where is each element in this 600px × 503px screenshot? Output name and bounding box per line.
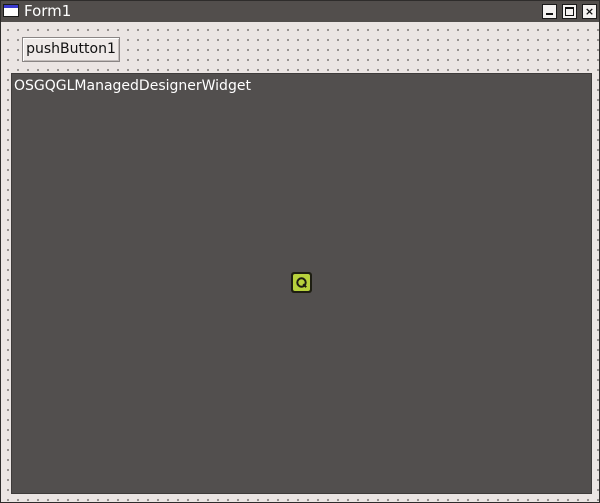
window-icon[interactable] bbox=[3, 4, 19, 17]
maximize-icon bbox=[565, 7, 574, 16]
form-canvas[interactable]: pushButton1 OSGQGLManagedDesignerWidget bbox=[1, 22, 599, 502]
minimize-button[interactable] bbox=[542, 4, 557, 19]
form-window: Form1 × pushButton1 OSGQGLManagedDesigne… bbox=[0, 0, 600, 503]
osg-gl-widget[interactable]: OSGQGLManagedDesignerWidget bbox=[11, 73, 592, 494]
close-button[interactable]: × bbox=[582, 4, 597, 19]
maximize-button[interactable] bbox=[562, 4, 577, 19]
widget-class-label: OSGQGLManagedDesignerWidget bbox=[14, 78, 251, 94]
title-bar[interactable]: Form1 × bbox=[1, 1, 599, 22]
minimize-icon bbox=[546, 13, 553, 15]
close-icon: × bbox=[584, 5, 595, 18]
window-title: Form1 bbox=[24, 2, 72, 20]
qt-logo-icon bbox=[291, 272, 312, 293]
push-button[interactable]: pushButton1 bbox=[22, 37, 120, 62]
